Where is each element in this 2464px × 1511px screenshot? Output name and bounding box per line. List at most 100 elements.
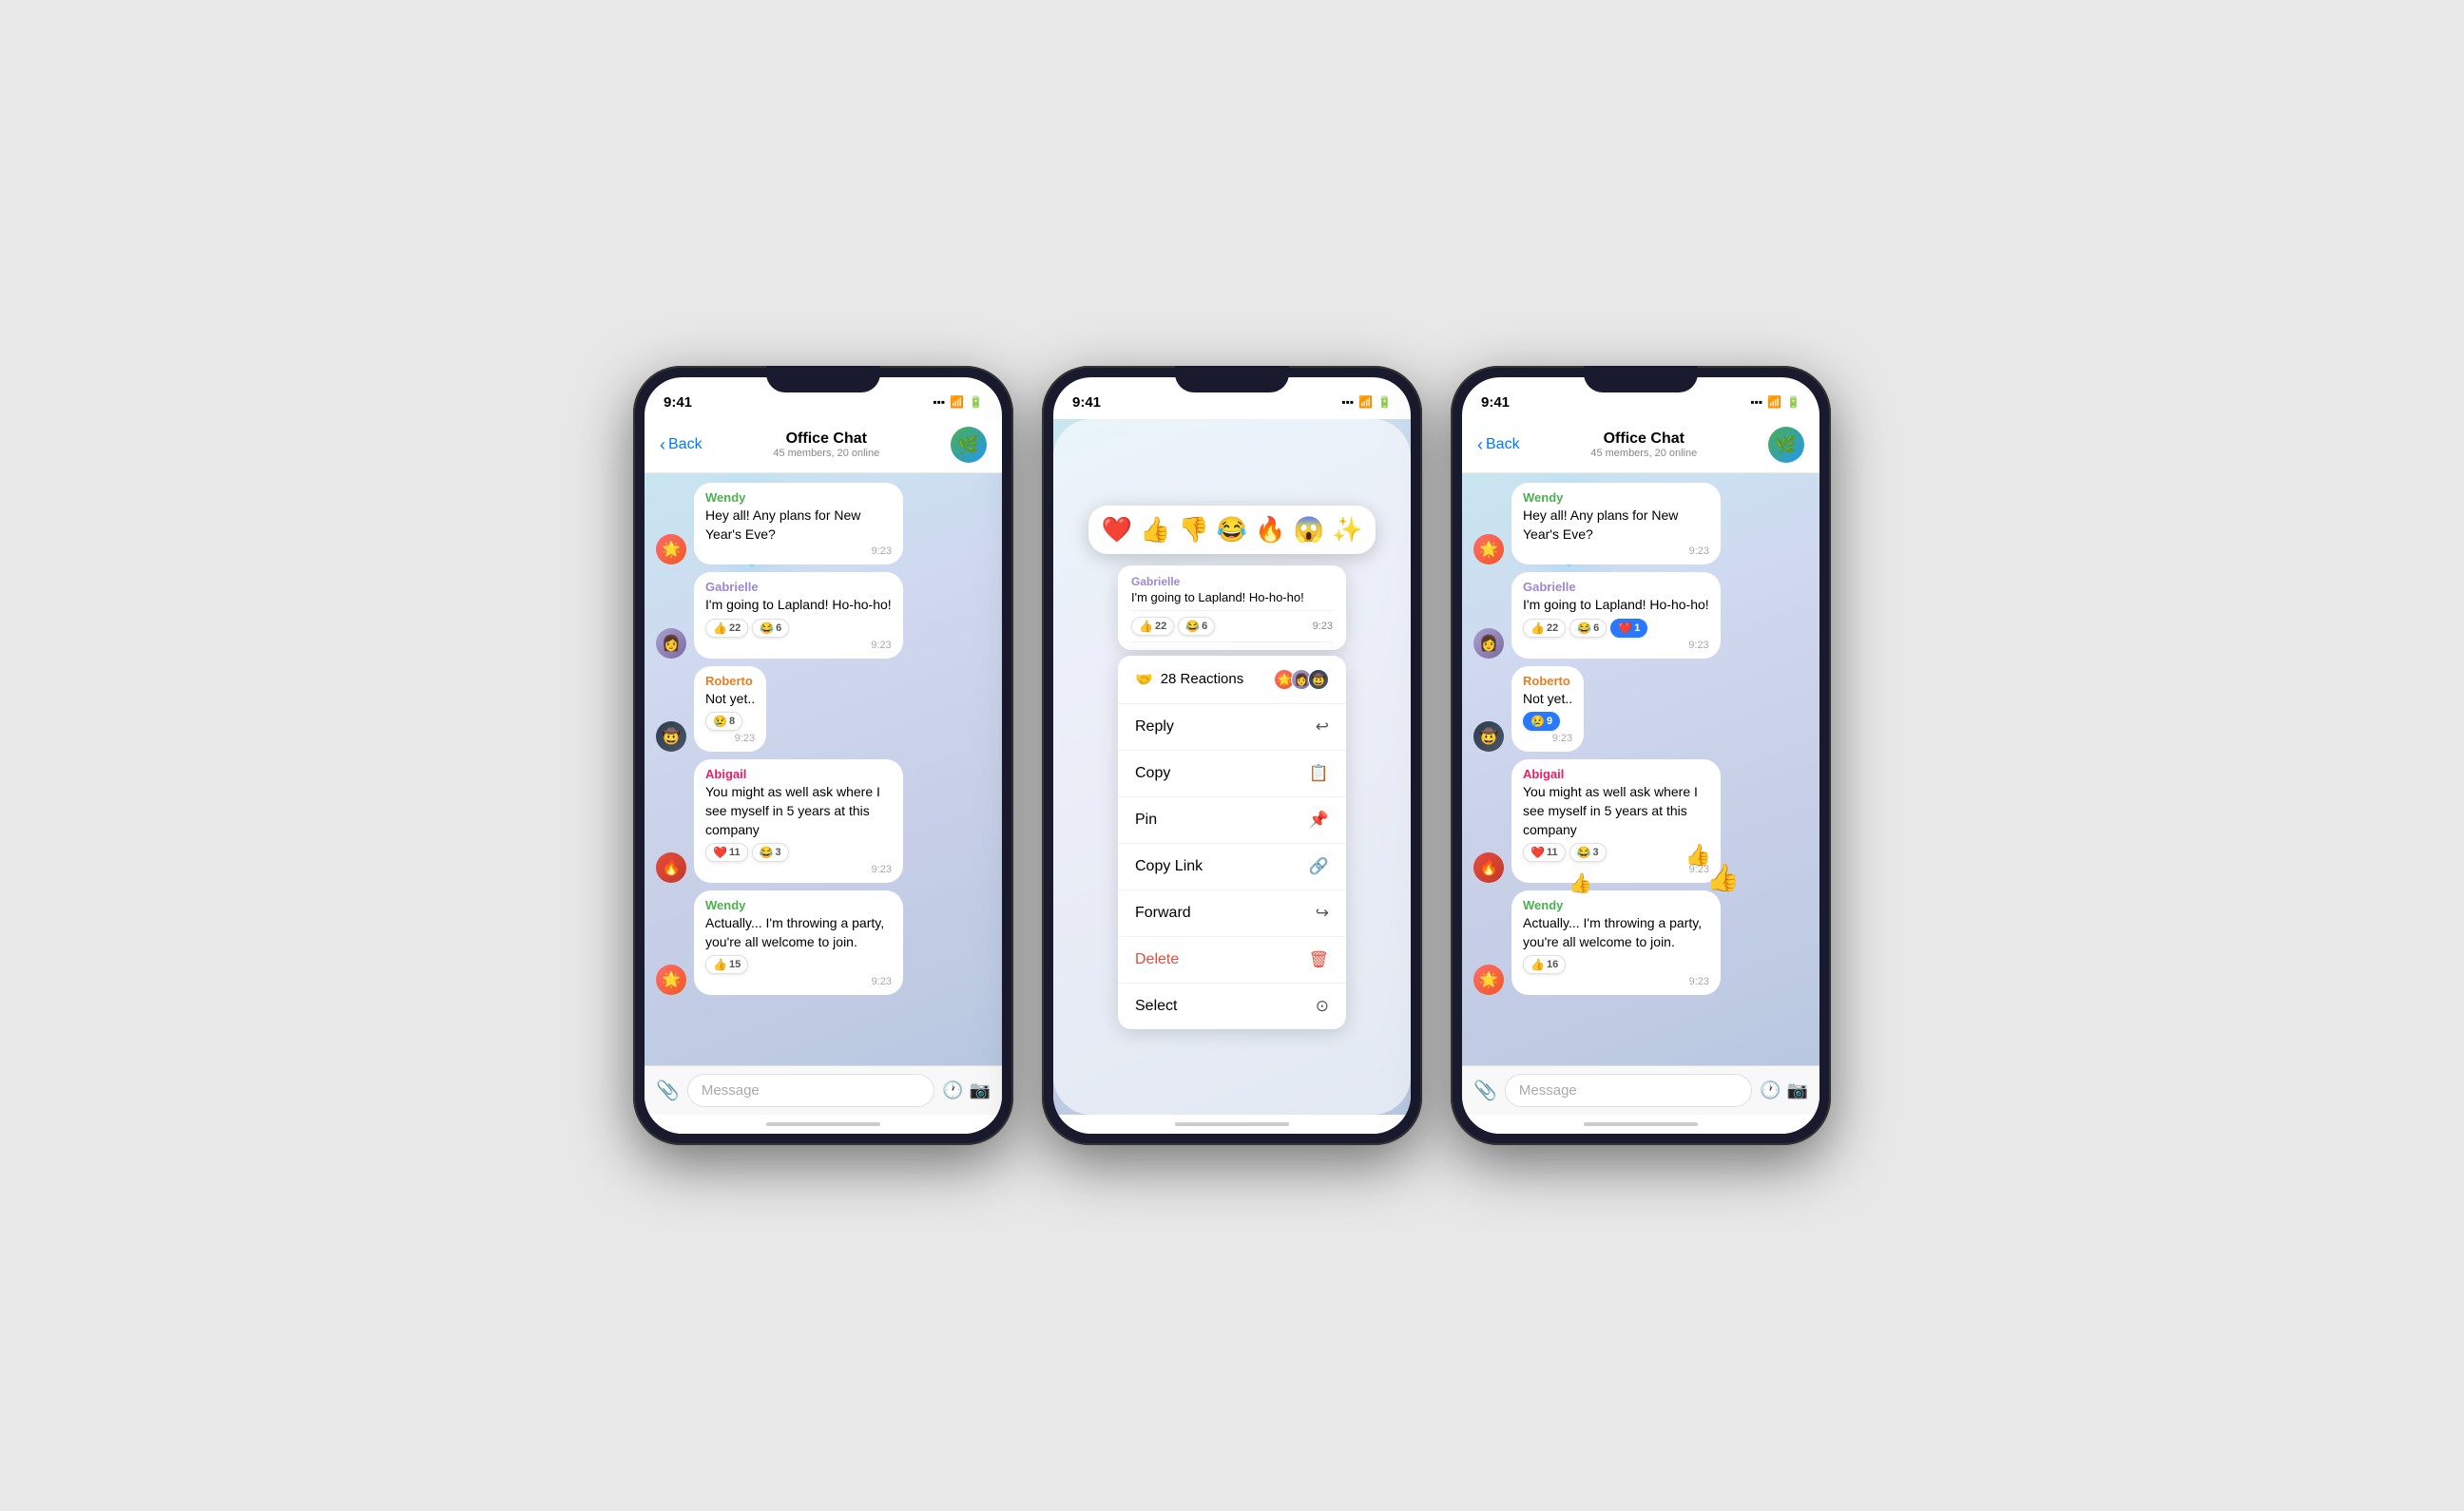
bubble-wendy-1[interactable]: Wendy Hey all! Any plans for New Year's … bbox=[694, 483, 903, 564]
ctx-reaction-thumbsup[interactable]: 👍 22 bbox=[1131, 617, 1174, 636]
reactions-avatar-3: 🤠 bbox=[1308, 669, 1329, 690]
text-wendy-3: Hey all! Any plans for New Year's Eve? bbox=[1523, 507, 1709, 544]
ctx-reply-label: Reply bbox=[1135, 718, 1174, 736]
home-bar-3 bbox=[1584, 1122, 1698, 1126]
back-button-3[interactable]: ‹ Back bbox=[1477, 435, 1520, 455]
input-icons-3: 🕐 📷 bbox=[1760, 1081, 1808, 1100]
text-abigail-1: You might as well ask where I see myself… bbox=[705, 783, 892, 839]
emoji-laugh[interactable]: 😂 bbox=[1217, 515, 1247, 545]
emoji-picker[interactable]: ❤️ 👍 👎 😂 🔥 😱 ✨ bbox=[1088, 506, 1376, 554]
reaction-thumbsup-wendy2-1[interactable]: 👍 15 bbox=[705, 955, 748, 974]
back-chevron-icon-1: ‹ bbox=[660, 435, 665, 455]
ctx-pin-item[interactable]: Pin 📌 bbox=[1118, 797, 1346, 844]
ctx-delete-item[interactable]: Delete 🗑 bbox=[1118, 937, 1346, 984]
bubble-wendy-3[interactable]: Wendy Hey all! Any plans for New Year's … bbox=[1511, 483, 1721, 564]
bubble-abigail-3[interactable]: Abigail You might as well ask where I se… bbox=[1511, 759, 1721, 883]
clock-icon-3[interactable]: 🕐 bbox=[1760, 1081, 1781, 1100]
emoji-heart[interactable]: ❤️ bbox=[1102, 515, 1132, 545]
signal-icon-2: ▪▪▪ bbox=[1341, 395, 1354, 409]
ctx-forward-label: Forward bbox=[1135, 905, 1191, 922]
emoji-thumbsdown[interactable]: 👎 bbox=[1178, 515, 1208, 545]
camera-icon-1[interactable]: 📷 bbox=[970, 1081, 991, 1100]
emoji-fire[interactable]: 🔥 bbox=[1255, 515, 1285, 545]
reactions-roberto-1: 😢 8 bbox=[705, 712, 755, 731]
header-center-1: Office Chat 45 members, 20 online bbox=[703, 430, 951, 459]
message-input-1[interactable]: Message bbox=[687, 1074, 934, 1107]
reaction-laugh-gabrielle-3[interactable]: 😂 6 bbox=[1569, 619, 1607, 638]
reaction-heart-abigail-3[interactable]: ❤️ 11 bbox=[1523, 843, 1566, 862]
reactions-abigail-1: ❤️ 11 😂 3 bbox=[705, 843, 892, 862]
chat-area-3[interactable]: ❄️ 🌟 Wendy Hey all! Any plans for New Ye… bbox=[1462, 473, 1819, 1065]
reaction-thumbsup-gabrielle-1[interactable]: 👍 22 bbox=[705, 619, 748, 638]
nav-header-1: ‹ Back Office Chat 45 members, 20 online… bbox=[645, 419, 1002, 473]
clock-icon-1[interactable]: 🕐 bbox=[942, 1081, 963, 1100]
emoji-sparkles[interactable]: ✨ bbox=[1332, 515, 1362, 545]
avatar-wendy2-3: 🌟 bbox=[1473, 965, 1504, 995]
message-row-gabrielle-3: 👩 Gabrielle I'm going to Lapland! Ho-ho-… bbox=[1473, 572, 1808, 659]
time-roberto-3: 9:23 bbox=[1523, 733, 1572, 744]
emoji-shocked[interactable]: 😱 bbox=[1294, 515, 1324, 545]
ctx-select-label: Select bbox=[1135, 998, 1177, 1015]
reaction-heart-abigail-1[interactable]: ❤️ 11 bbox=[705, 843, 748, 862]
chat-title-3: Office Chat bbox=[1520, 430, 1768, 448]
bubble-roberto-1[interactable]: Roberto Not yet.. 😢 8 9:23 bbox=[694, 666, 766, 753]
input-bar-3: 📎 Message 🕐 📷 bbox=[1462, 1065, 1819, 1115]
bubble-wendy2-1[interactable]: Wendy Actually... I'm throwing a party, … bbox=[694, 890, 903, 995]
camera-icon-3[interactable]: 📷 bbox=[1787, 1081, 1808, 1100]
ctx-copylink-label: Copy Link bbox=[1135, 858, 1203, 875]
message-row-wendy2-3: 🌟 Wendy Actually... I'm throwing a party… bbox=[1473, 890, 1808, 995]
bubble-abigail-1[interactable]: Abigail You might as well ask where I se… bbox=[694, 759, 903, 883]
sender-wendy2-3: Wendy bbox=[1523, 898, 1709, 912]
bubble-roberto-3[interactable]: Roberto Not yet.. 😢 9 9:23 bbox=[1511, 666, 1584, 753]
sender-gabrielle-1: Gabrielle bbox=[705, 580, 892, 594]
ctx-select-icon: ⊙ bbox=[1316, 997, 1329, 1016]
bubble-wendy2-3[interactable]: Wendy Actually... I'm throwing a party, … bbox=[1511, 890, 1721, 995]
time-wendy2-3: 9:23 bbox=[1523, 976, 1709, 987]
chat-area-1[interactable]: ❄️ 🌟 Wendy Hey all! Any plans for New Ye… bbox=[645, 473, 1002, 1065]
reaction-sob-roberto-1[interactable]: 😢 8 bbox=[705, 712, 742, 731]
bubble-gabrielle-1[interactable]: Gabrielle I'm going to Lapland! Ho-ho-ho… bbox=[694, 572, 903, 659]
reaction-heart-gabrielle-3[interactable]: ❤️ 1 bbox=[1610, 619, 1647, 638]
chat-avatar-3[interactable]: 🌿 bbox=[1768, 427, 1804, 463]
screen-3: 9:41 ▪▪▪ 📶 🔋 ‹ Back Office Chat 45 membe… bbox=[1462, 377, 1819, 1134]
avatar-wendy2-1: 🌟 bbox=[656, 965, 686, 995]
ctx-copylink-item[interactable]: Copy Link 🔗 bbox=[1118, 844, 1346, 890]
sender-abigail-1: Abigail bbox=[705, 767, 892, 781]
attach-icon-1[interactable]: 📎 bbox=[656, 1079, 680, 1102]
message-row-abigail-1: 🔥 Abigail You might as well ask where I … bbox=[656, 759, 991, 883]
reaction-thumbsup-gabrielle-3[interactable]: 👍 22 bbox=[1523, 619, 1566, 638]
ctx-copylink-icon: 🔗 bbox=[1309, 857, 1329, 876]
reaction-laugh-abigail-1[interactable]: 😂 3 bbox=[752, 843, 789, 862]
chat-avatar-1[interactable]: 🌿 bbox=[951, 427, 987, 463]
avatar-wendy-3: 🌟 bbox=[1473, 534, 1504, 564]
time-abigail-1: 9:23 bbox=[705, 864, 892, 875]
reaction-laugh-gabrielle-1[interactable]: 😂 6 bbox=[752, 619, 789, 638]
message-input-3[interactable]: Message bbox=[1505, 1074, 1752, 1107]
text-abigail-3: You might as well ask where I see myself… bbox=[1523, 783, 1709, 839]
back-button-1[interactable]: ‹ Back bbox=[660, 435, 703, 455]
attach-icon-3[interactable]: 📎 bbox=[1473, 1079, 1497, 1102]
sender-wendy-3: Wendy bbox=[1523, 490, 1709, 505]
reaction-thumbsup-wendy2-3[interactable]: 👍 16 bbox=[1523, 955, 1566, 974]
reaction-sob-roberto-3[interactable]: 😢 9 bbox=[1523, 712, 1560, 731]
ctx-select-item[interactable]: Select ⊙ bbox=[1118, 984, 1346, 1029]
status-icons-1: ▪▪▪ 📶 🔋 bbox=[933, 395, 983, 409]
battery-icon-3: 🔋 bbox=[1786, 395, 1800, 409]
bubble-gabrielle-3[interactable]: Gabrielle I'm going to Lapland! Ho-ho-ho… bbox=[1511, 572, 1721, 659]
reaction-laugh-abigail-3[interactable]: 😂 3 bbox=[1569, 843, 1607, 862]
ctx-forward-item[interactable]: Forward ↪ bbox=[1118, 890, 1346, 937]
avatar-abigail-3: 🔥 bbox=[1473, 852, 1504, 883]
back-label-1: Back bbox=[668, 436, 703, 453]
reactions-gabrielle-3: 👍 22 😂 6 ❤️ 1 bbox=[1523, 619, 1709, 638]
emoji-thumbsup[interactable]: 👍 bbox=[1140, 515, 1170, 545]
nav-header-3: ‹ Back Office Chat 45 members, 20 online… bbox=[1462, 419, 1819, 473]
ctx-reply-item[interactable]: Reply ↩ bbox=[1118, 704, 1346, 751]
context-menu-overlay[interactable]: ❤️ 👍 👎 😂 🔥 😱 ✨ Gabrielle I'm going to La… bbox=[1053, 419, 1411, 1115]
text-roberto-1: Not yet.. bbox=[705, 690, 755, 709]
phone-3: 9:41 ▪▪▪ 📶 🔋 ‹ Back Office Chat 45 membe… bbox=[1451, 366, 1831, 1145]
ctx-reaction-laugh[interactable]: 😂 6 bbox=[1178, 617, 1215, 636]
ctx-reactions-count-item[interactable]: 🤝 28 Reactions 🌟 👩 🤠 bbox=[1118, 656, 1346, 704]
time-wendy-3: 9:23 bbox=[1523, 545, 1709, 557]
ctx-copy-item[interactable]: Copy 📋 bbox=[1118, 751, 1346, 797]
ctx-reply-icon: ↩ bbox=[1316, 717, 1329, 736]
